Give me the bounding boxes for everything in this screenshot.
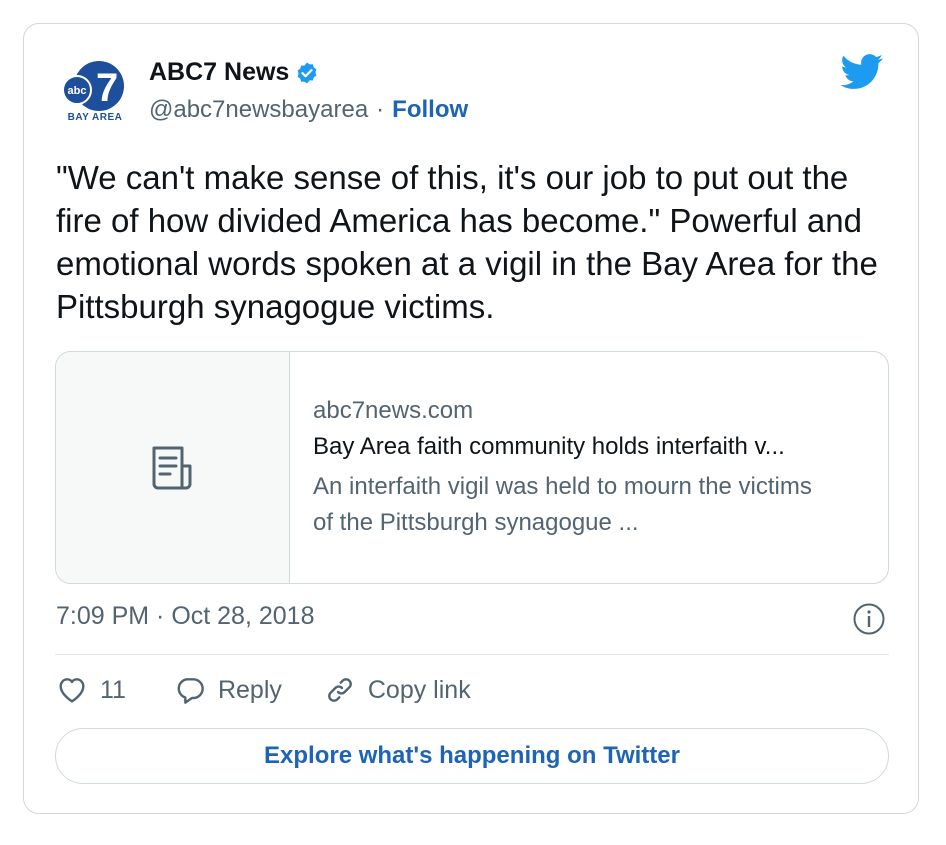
explore-twitter-button[interactable]: Explore what's happening on Twitter — [55, 728, 889, 784]
link-info: abc7news.com Bay Area faith community ho… — [290, 352, 813, 583]
svg-text:abc: abc — [68, 85, 87, 97]
link-title: Bay Area faith community holds interfait… — [313, 433, 785, 460]
follow-button[interactable]: Follow — [392, 96, 468, 124]
article-icon — [152, 446, 192, 490]
link-preview-card[interactable]: abc7news.com Bay Area faith community ho… — [55, 351, 889, 584]
reply-icon — [177, 678, 204, 704]
link-description: An interfaith vigil was held to mourn th… — [313, 473, 812, 536]
like-button[interactable]: 11 — [56, 674, 126, 706]
logo-subtitle: BAY AREA — [67, 112, 123, 123]
separator-dot: · — [376, 96, 385, 123]
reply-label: Reply — [217, 675, 282, 704]
copy-link-button[interactable]: Copy link — [324, 674, 471, 706]
tweet-text: "We can't make sense of this, it's our j… — [56, 159, 878, 325]
like-count: 11 — [100, 675, 126, 704]
verified-badge-icon — [297, 62, 317, 83]
action-bar: 11 Reply Copy link — [56, 674, 471, 706]
link-icon — [327, 678, 352, 702]
account-name[interactable]: ABC7 News — [149, 58, 289, 87]
account-name-row: ABC7 News — [149, 58, 319, 87]
link-thumbnail — [56, 352, 290, 583]
heart-icon — [59, 678, 85, 703]
handle-row: @abc7newsbayarea · Follow — [149, 96, 468, 124]
tweet-timestamp[interactable]: 7:09 PM · Oct 28, 2018 — [56, 602, 314, 631]
divider — [55, 654, 889, 655]
twitter-bird-icon[interactable] — [840, 54, 884, 90]
reply-button[interactable]: Reply — [174, 674, 282, 706]
abc7-logo[interactable]: 7 abc BAY AREA — [62, 60, 128, 126]
copy-link-label: Copy link — [367, 675, 471, 704]
tweet-card: 7 abc BAY AREA ABC7 News @abc7newsbayare… — [23, 23, 919, 814]
account-handle[interactable]: @abc7newsbayarea — [149, 96, 368, 124]
svg-text:7: 7 — [96, 66, 118, 110]
link-domain: abc7news.com — [313, 397, 474, 424]
abc7-logo-mark: 7 abc — [62, 61, 124, 111]
info-icon[interactable] — [852, 602, 886, 636]
